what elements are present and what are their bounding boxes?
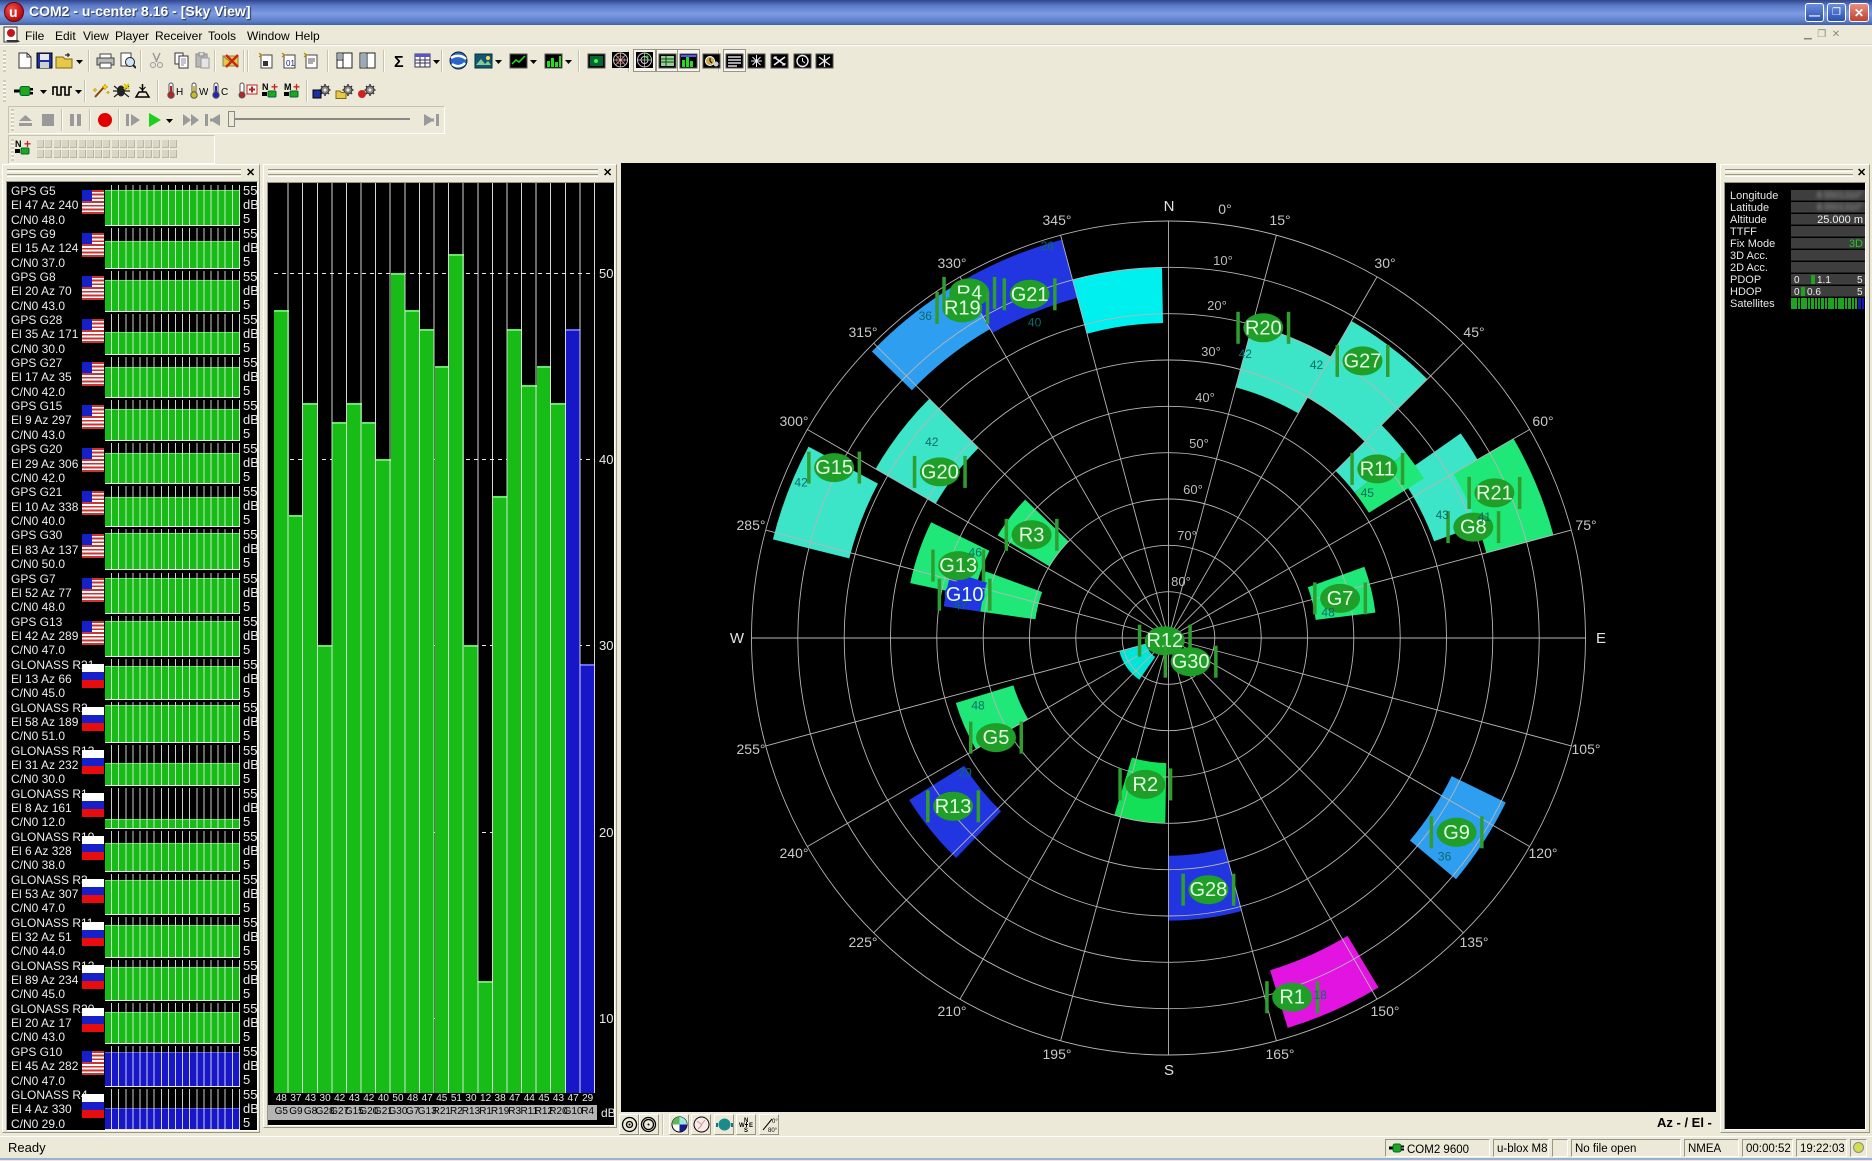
svg-text:105°: 105° <box>1572 741 1601 757</box>
svg-text:48: 48 <box>971 699 985 713</box>
svg-text:330°: 330° <box>938 255 967 271</box>
svg-text:60°: 60° <box>1183 482 1203 497</box>
svg-text:30°: 30° <box>1374 255 1395 271</box>
svg-text:10°: 10° <box>1213 253 1233 268</box>
svg-text:Σ: Σ <box>394 54 404 69</box>
svg-text:M: M <box>284 82 292 92</box>
svg-text:R2: R2 <box>1133 774 1159 796</box>
svg-text:70°: 70° <box>1177 528 1197 543</box>
svg-text:46: 46 <box>969 546 983 560</box>
svg-text:20°: 20° <box>1207 298 1227 313</box>
svg-text:0°: 0° <box>1218 201 1231 217</box>
svg-text:G20: G20 <box>921 461 959 483</box>
svg-text:45°: 45° <box>1463 324 1484 340</box>
svg-text:240°: 240° <box>780 845 809 861</box>
svg-text:36: 36 <box>1438 849 1452 863</box>
svg-text:R20: R20 <box>1245 317 1282 339</box>
svg-text:40°: 40° <box>1195 390 1215 405</box>
svg-text:N: N <box>1164 198 1175 215</box>
svg-text:R19: R19 <box>944 297 981 319</box>
svg-text:W: W <box>730 630 745 647</box>
svg-text:48: 48 <box>1321 605 1335 619</box>
svg-text:R21: R21 <box>1476 482 1513 504</box>
svg-text:R11: R11 <box>1360 458 1395 480</box>
svg-text:R13: R13 <box>935 796 972 818</box>
svg-text:195°: 195° <box>1043 1046 1072 1062</box>
svg-text:42: 42 <box>925 435 939 449</box>
svg-text:120°: 120° <box>1529 845 1558 861</box>
svg-text:G27: G27 <box>1344 350 1382 372</box>
svg-text:345°: 345° <box>1043 212 1072 228</box>
svg-text:60°: 60° <box>1532 413 1553 429</box>
svg-text:210°: 210° <box>938 1003 967 1019</box>
svg-text:135°: 135° <box>1460 934 1489 950</box>
svg-text:0°: 0° <box>772 1119 778 1125</box>
svg-text:E: E <box>749 1123 753 1129</box>
svg-text:315°: 315° <box>849 324 878 340</box>
svg-text:285°: 285° <box>737 517 766 533</box>
svg-text:42: 42 <box>1239 347 1253 361</box>
svg-text:42: 42 <box>794 476 808 490</box>
svg-text:300°: 300° <box>780 413 809 429</box>
svg-text:G21: G21 <box>1011 284 1049 306</box>
svg-text:18: 18 <box>1314 988 1328 1002</box>
svg-text:47: 47 <box>954 599 968 613</box>
svg-text:R3: R3 <box>1019 524 1045 546</box>
svg-text:150°: 150° <box>1371 1003 1400 1019</box>
svg-text:42: 42 <box>1310 358 1324 372</box>
svg-text:165°: 165° <box>1266 1046 1295 1062</box>
svg-text:30°: 30° <box>1201 344 1221 359</box>
svg-text:29: 29 <box>958 765 972 779</box>
svg-text:255°: 255° <box>737 741 766 757</box>
svg-text:G9: G9 <box>1443 822 1470 844</box>
svg-text:36: 36 <box>919 309 933 323</box>
svg-text:41: 41 <box>1478 510 1492 524</box>
svg-text:75°: 75° <box>1575 517 1596 533</box>
svg-text:N: N <box>262 82 269 92</box>
svg-text:45: 45 <box>1361 486 1375 500</box>
svg-text:43: 43 <box>1436 508 1450 522</box>
svg-text:S: S <box>744 1128 748 1133</box>
svg-text:G28: G28 <box>1189 879 1227 901</box>
svg-text:G15: G15 <box>815 457 853 479</box>
svg-text:01: 01 <box>286 59 295 68</box>
svg-text:26: 26 <box>1041 239 1055 253</box>
svg-text:80°: 80° <box>1171 574 1191 589</box>
svg-text:225°: 225° <box>849 934 878 950</box>
svg-text:50°: 50° <box>1189 436 1209 451</box>
svg-text:80°: 80° <box>768 1128 778 1133</box>
svg-text:E: E <box>1596 630 1606 647</box>
svg-text:40: 40 <box>1028 315 1042 329</box>
svg-text:G5: G5 <box>983 727 1010 749</box>
svg-text:G30: G30 <box>1172 651 1210 673</box>
svg-text:15°: 15° <box>1269 212 1290 228</box>
svg-text:S: S <box>1164 1062 1174 1079</box>
svg-text:R1: R1 <box>1279 987 1305 1009</box>
